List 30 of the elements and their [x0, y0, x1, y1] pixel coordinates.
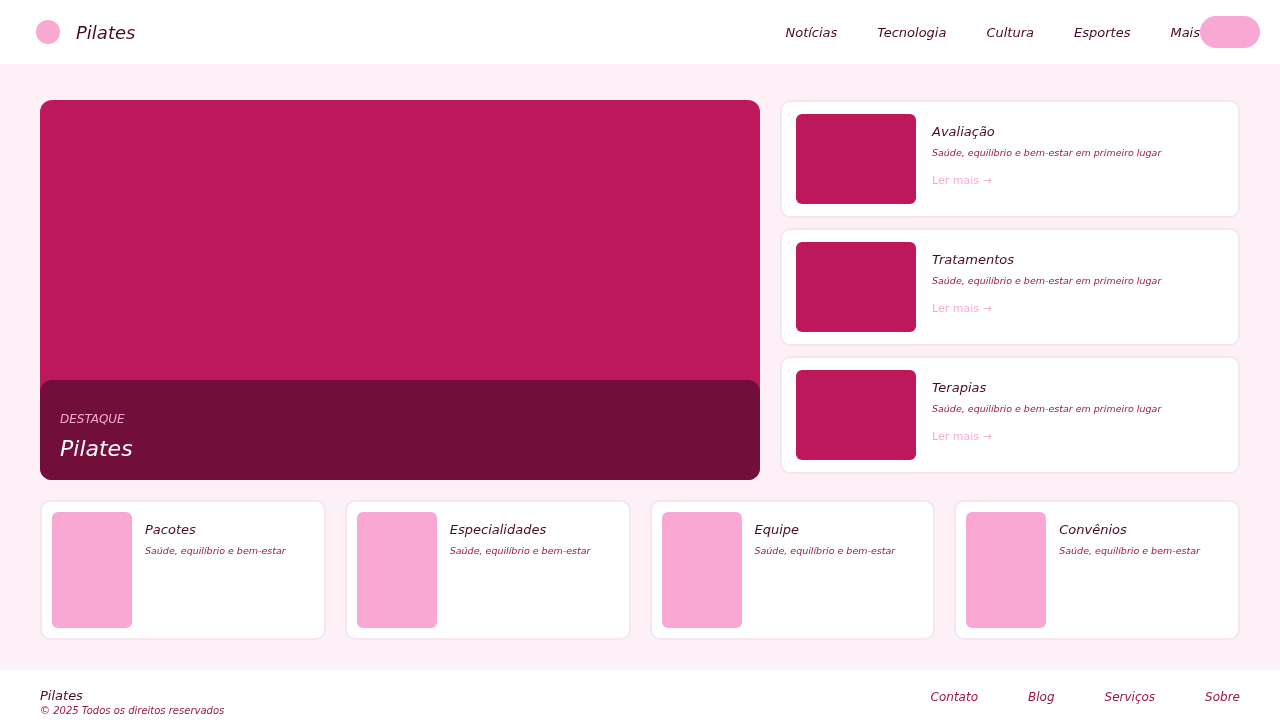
nav-link[interactable]: Esportes: [1074, 24, 1131, 40]
copyright-text: © 2025 Todos os direitos reservados: [40, 705, 225, 716]
footer-link[interactable]: Sobre: [1205, 690, 1240, 720]
article-title: Tratamentos: [932, 252, 1016, 267]
brand-name: Pilates: [76, 21, 136, 43]
article-summary: Saúde, equilíbrio e bem-estar em primeiro lugar: [932, 275, 1162, 286]
pill-button[interactable]: [1200, 16, 1260, 48]
article-title: Avaliação: [932, 124, 996, 139]
footer-link[interactable]: Blog: [1028, 690, 1055, 720]
footer-link[interactable]: Contato: [930, 690, 978, 720]
card-title: Convênios: [1059, 522, 1128, 537]
nav-link[interactable]: Cultura: [986, 24, 1034, 40]
footer-brand: Pilates: [40, 688, 84, 703]
card-title: Pacotes: [145, 522, 197, 537]
article-summary: Saúde, equilíbrio e bem-estar em primeiro lugar: [932, 147, 1162, 158]
card-summary: Saúde, equilíbrio e bem-estar: [449, 545, 591, 556]
nav-link[interactable]: Tecnologia: [877, 24, 947, 40]
nav-link[interactable]: Mais: [1170, 24, 1200, 40]
card-summary: Saúde, equilíbrio e bem-estar: [145, 545, 286, 556]
logo-icon: [36, 20, 60, 44]
article-title: Terapias: [932, 380, 988, 395]
card-title: Equipe: [754, 522, 801, 537]
card-title: Especialidades: [449, 522, 548, 537]
nav-link[interactable]: Notícias: [785, 24, 838, 40]
card-summary: Saúde, equilíbrio e bem-estar: [754, 545, 896, 556]
article-summary: Saúde, equilíbrio e bem-estar em primeiro lugar: [932, 403, 1162, 414]
hero-title: Pilates: [60, 436, 134, 461]
hero-eyebrow: DESTAQUE: [60, 412, 126, 426]
footer-link[interactable]: Serviços: [1104, 690, 1156, 720]
card-summary: Saúde, equilíbrio e bem-estar: [1059, 545, 1200, 556]
